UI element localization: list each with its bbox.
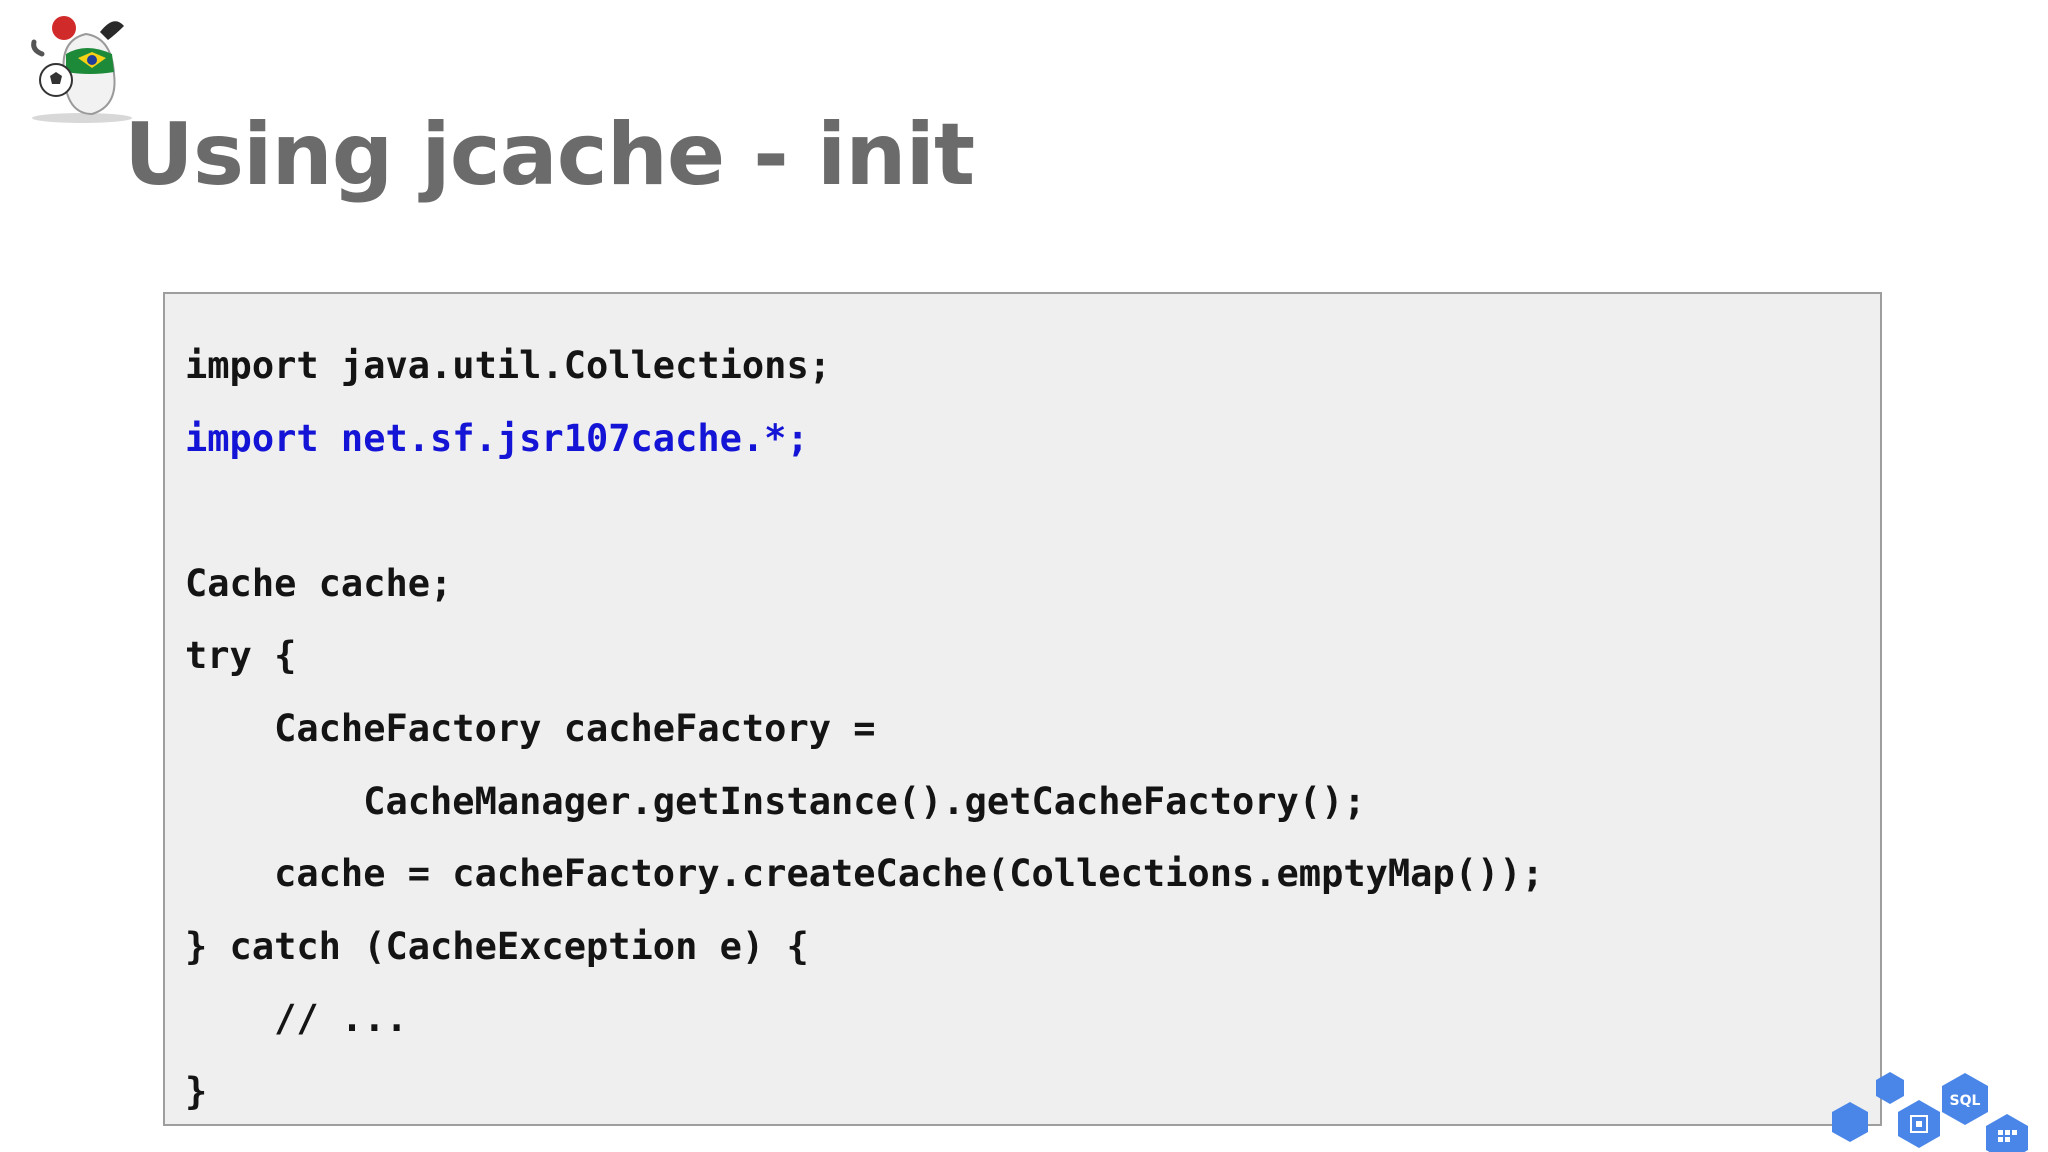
code-line: CacheManager.getInstance().getCacheFacto… [185,779,1366,823]
sql-label: SQL [1950,1093,1981,1109]
code-line: Cache cache; [185,561,453,605]
code-line: } catch (CacheException e) { [185,924,809,968]
grid-hex-icon [1986,1114,2028,1152]
code-line: cache = cacheFactory.createCache(Collect… [185,852,1544,896]
code-line: } [185,1069,208,1113]
slide-title: Using jcache - init [124,105,975,205]
code-block: import java.util.Collections; import net… [163,292,1882,1126]
code-line: try { [185,634,297,678]
sql-hex-icon: SQL [1942,1073,1988,1125]
slide: Using jcache - init import java.util.Col… [0,0,2048,1152]
cloud-hexagon-icons: SQL [1832,1072,2028,1152]
chip-hex-icon [1898,1100,1940,1148]
code-line: // ... [185,997,408,1041]
code-line: CacheFactory cacheFactory = [185,706,876,750]
code-line: import net.sf.jsr107cache.*; [185,416,809,460]
code-line: import java.util.Collections; [185,344,832,387]
duke-mascot-icon [31,16,132,123]
